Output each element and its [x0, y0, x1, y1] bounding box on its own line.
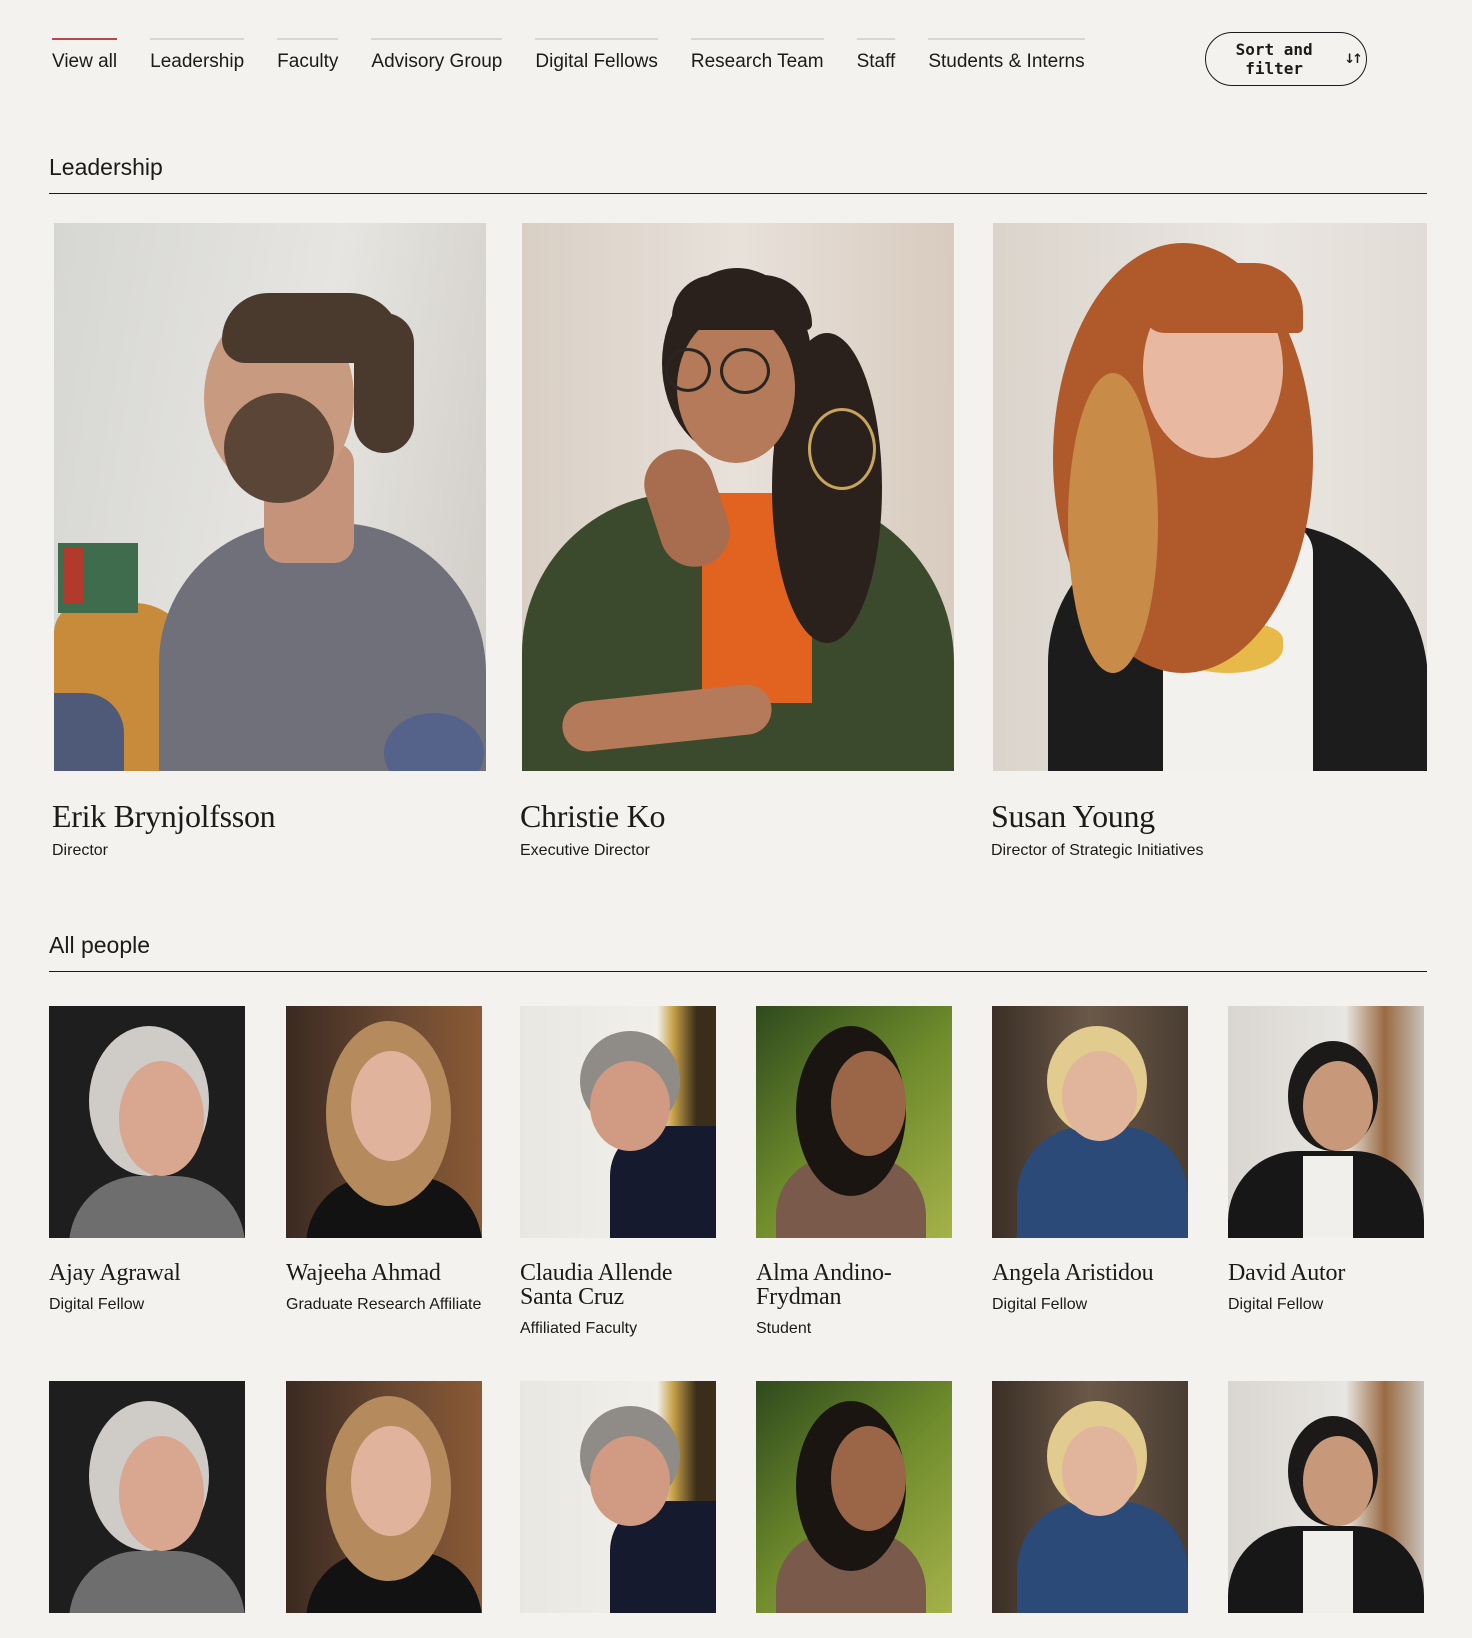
leader-title: Director of Strategic Initiatives [991, 842, 1204, 859]
person-photo [520, 1381, 716, 1613]
person-photo [520, 1006, 716, 1238]
person-card[interactable]: Ajay Agrawal Digital Fellow [49, 1006, 245, 1315]
person-photo [1228, 1006, 1424, 1238]
person-card[interactable]: Alma Andino-Frydman Student [756, 1006, 952, 1339]
leader-card[interactable]: Erik Brynjolfsson Director [52, 223, 486, 859]
tab-students-interns[interactable]: Students & Interns [928, 38, 1085, 74]
person-photo [992, 1381, 1188, 1613]
person-card[interactable]: Angela Aristidou Digital Fellow [992, 1006, 1188, 1315]
leader-name: Christie Ko [520, 798, 666, 834]
person-photo [1228, 1381, 1424, 1613]
tab-staff[interactable]: Staff [856, 38, 895, 74]
tab-research-team[interactable]: Research Team [690, 38, 824, 74]
leader-card[interactable]: Susan Young Director of Strategic Initia… [991, 223, 1427, 859]
sort-and-filter-button[interactable]: Sort and filter ↓↑ [1205, 32, 1367, 86]
leadership-section-title: Leadership [49, 153, 1427, 194]
person-name: Claudia Allende Santa Cruz [520, 1260, 673, 1310]
person-photo [756, 1006, 952, 1238]
person-card[interactable]: Wajeeha Ahmad Graduate Research Affiliat… [286, 1006, 482, 1315]
person-name: David Autor [1228, 1260, 1346, 1286]
person-card[interactable] [520, 1381, 716, 1613]
leader-photo [522, 223, 954, 771]
tab-faculty[interactable]: Faculty [277, 38, 339, 74]
category-tabs: View all Leadership Faculty Advisory Gro… [52, 38, 1118, 74]
leader-name: Erik Brynjolfsson [52, 798, 276, 834]
person-role: Digital Fellow [1228, 1296, 1324, 1313]
person-role: Digital Fellow [992, 1296, 1088, 1313]
leader-photo [54, 223, 486, 771]
leader-title: Executive Director [520, 842, 650, 859]
person-role: Graduate Research Affiliate [286, 1296, 482, 1313]
person-role: Student [756, 1320, 812, 1337]
leader-photo [993, 223, 1427, 771]
person-card[interactable]: Claudia Allende Santa Cruz Affiliated Fa… [520, 1006, 716, 1339]
person-card[interactable] [756, 1381, 952, 1613]
tab-leadership[interactable]: Leadership [150, 38, 245, 74]
sort-and-filter-label: Sort and filter [1235, 40, 1313, 78]
leader-title: Director [52, 842, 109, 859]
tab-advisory-group[interactable]: Advisory Group [371, 38, 502, 74]
person-card[interactable] [1228, 1381, 1424, 1613]
person-name: Alma Andino-Frydman [756, 1260, 892, 1310]
person-card[interactable]: David Autor Digital Fellow [1228, 1006, 1424, 1315]
person-photo [49, 1006, 245, 1238]
person-photo [286, 1006, 482, 1238]
leader-name: Susan Young [991, 798, 1155, 834]
person-card[interactable] [992, 1381, 1188, 1613]
tab-view-all[interactable]: View all [52, 38, 118, 74]
all-people-section-title: All people [49, 931, 1427, 972]
person-photo [992, 1006, 1188, 1238]
person-name: Ajay Agrawal [49, 1260, 181, 1286]
person-name: Wajeeha Ahmad [286, 1260, 441, 1286]
sort-arrows-icon: ↓↑ [1344, 51, 1363, 67]
person-photo [286, 1381, 482, 1613]
person-card[interactable] [286, 1381, 482, 1613]
tab-digital-fellows[interactable]: Digital Fellows [535, 38, 659, 74]
person-card[interactable] [49, 1381, 245, 1613]
person-role: Digital Fellow [49, 1296, 145, 1313]
person-photo [49, 1381, 245, 1613]
person-photo [756, 1381, 952, 1613]
leader-card[interactable]: Christie Ko Executive Director [520, 223, 954, 859]
person-name: Angela Aristidou [992, 1260, 1154, 1286]
person-role: Affiliated Faculty [520, 1320, 638, 1337]
